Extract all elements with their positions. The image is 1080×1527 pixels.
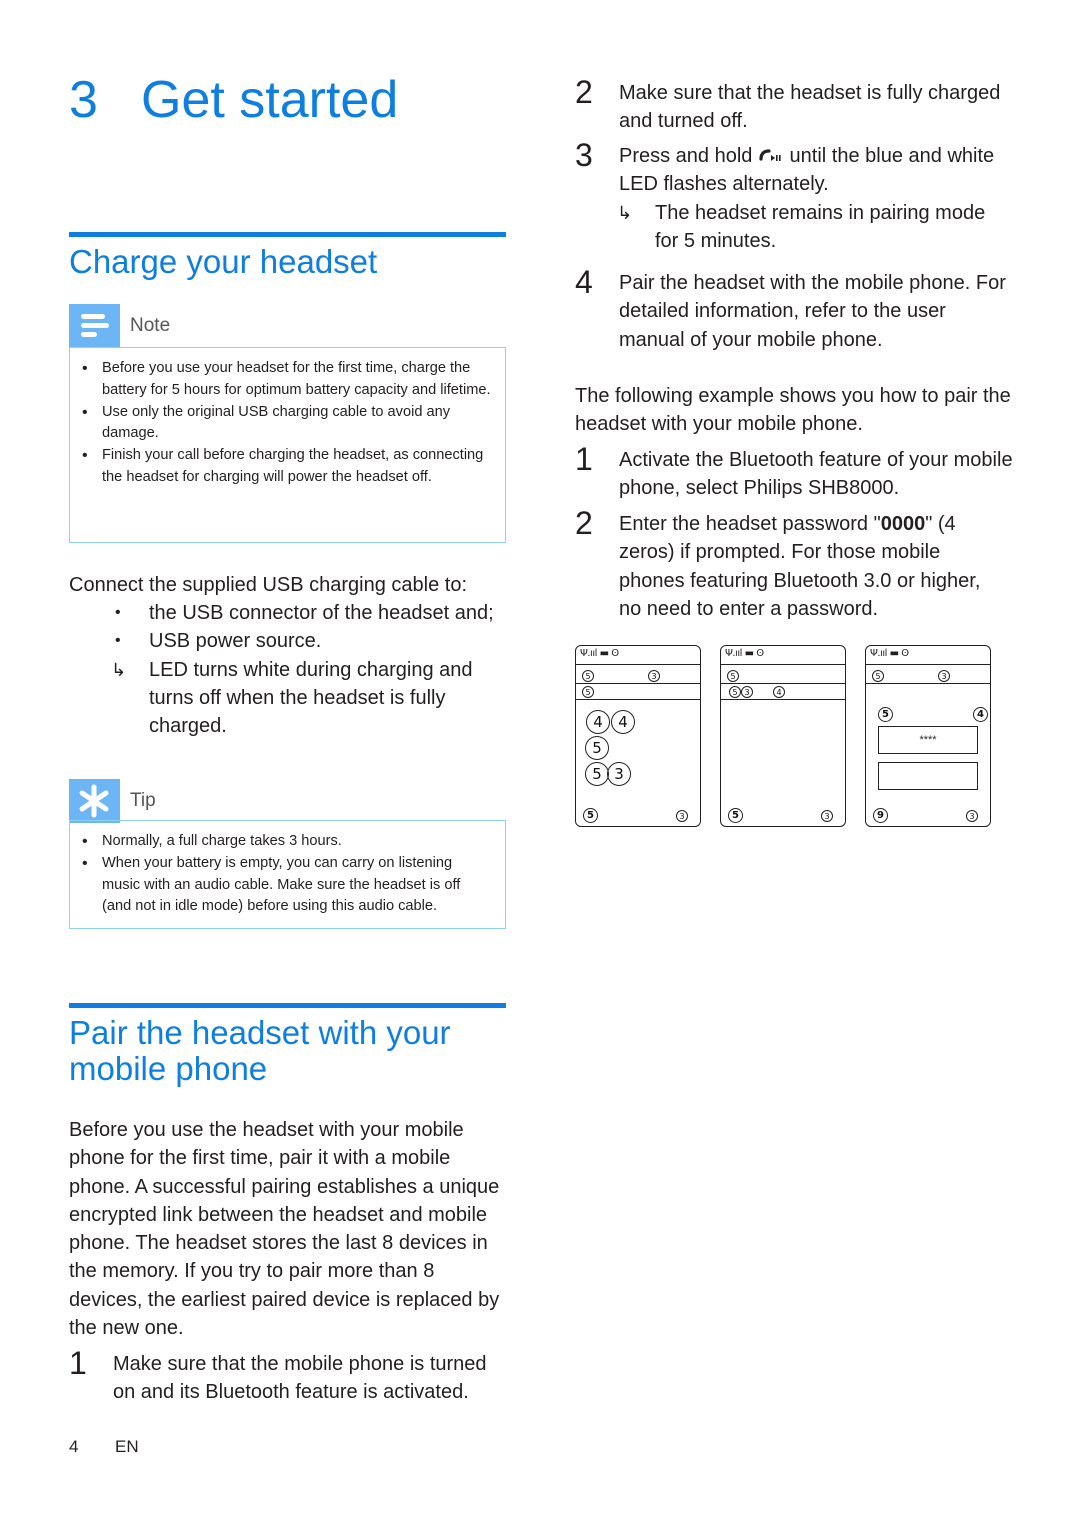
example-intro: The following example shows you how to p…: [575, 385, 1011, 436]
callout-marker: 5: [585, 762, 609, 786]
step-number: 2: [575, 74, 593, 110]
callout-marker: 5: [872, 670, 884, 682]
tip-icon: [69, 779, 120, 823]
step-text: Enter the headset password ": [619, 513, 881, 535]
step-text: Make sure that the headset is fully char…: [619, 82, 1001, 133]
callout-marker: 3: [648, 670, 660, 682]
page-number: 4: [69, 1437, 79, 1456]
callout-marker: 5: [727, 670, 739, 682]
callout-marker: 5: [582, 670, 594, 682]
callout-marker: 4: [586, 710, 610, 734]
softkey-left-marker: 5: [583, 808, 598, 823]
section-rule: [69, 232, 506, 237]
charge-result: LED turns white during charging and turn…: [111, 656, 490, 741]
step-text: Make sure that the mobile phone is turne…: [113, 1353, 487, 1404]
callout-marker: 4: [973, 707, 988, 722]
tip-header: Tip: [69, 779, 506, 823]
callout-marker: 5: [729, 686, 741, 698]
chapter-title-text: Get started: [141, 71, 399, 129]
step-number: 1: [69, 1345, 87, 1381]
callout-marker: 5: [582, 686, 594, 698]
phone-screen-1: Ψ.ııl ▬ ʘ 5 3 5 4 4 5 5 3 5 3: [575, 645, 701, 827]
step-result: The headset remains in pairing mode for …: [617, 199, 1014, 256]
step-text: Activate the Bluetooth feature of your m…: [619, 449, 1013, 500]
tip-item: When your battery is empty, you can carr…: [82, 853, 491, 918]
softkey-right-marker: 3: [966, 810, 978, 822]
tip-box: Normally, a full charge takes 3 hours. W…: [69, 820, 506, 929]
pair-intro: Before you use the headset with your mob…: [69, 1119, 500, 1340]
callout-marker: 4: [773, 686, 785, 698]
charge-bullets: the USB connector of the headset and; US…: [111, 599, 515, 741]
charge-bullet: USB power source.: [115, 627, 515, 656]
tip-item: Normally, a full charge takes 3 hours.: [82, 831, 491, 853]
step-text: Pair the headset with the mobile phone. …: [619, 272, 1006, 351]
callout-marker: 3: [607, 762, 631, 786]
callout-marker: 5: [585, 736, 609, 760]
softkey-left-marker: 9: [873, 808, 888, 823]
callout-marker: 3: [741, 686, 753, 698]
chapter-title: 3 Get started: [69, 71, 399, 129]
section-title-pair: Pair the headset with your mobile phone: [69, 1014, 451, 1087]
password-input: ****: [878, 726, 978, 754]
step-number: 1: [575, 441, 593, 477]
step-text: Press and hold: [619, 145, 753, 167]
section-title-charge: Charge your headset: [69, 243, 378, 280]
note-item: Finish your call before charging the hea…: [82, 445, 491, 489]
phone-status-bar: Ψ.ııl ▬ ʘ: [725, 648, 764, 659]
charge-intro: Connect the supplied USB charging cable …: [69, 574, 468, 596]
tip-label: Tip: [130, 790, 156, 811]
note-label: Note: [130, 315, 171, 336]
phone-screen-3: Ψ.ııl ▬ ʘ 5 3 5 4 **** 9 3: [865, 645, 991, 827]
language-code: EN: [115, 1437, 139, 1456]
step-number: 4: [575, 264, 593, 300]
step-number: 3: [575, 137, 593, 173]
note-item: Use only the original USB charging cable…: [82, 402, 491, 446]
phone-status-bar: Ψ.ııl ▬ ʘ: [870, 648, 909, 659]
callout-marker: 5: [878, 707, 893, 722]
chapter-number: 3: [69, 71, 98, 129]
softkey-right-marker: 3: [676, 810, 688, 822]
call-play-pause-icon: [758, 143, 784, 161]
step-number: 2: [575, 505, 593, 541]
softkey-left-marker: 5: [728, 808, 743, 823]
empty-input: [878, 762, 978, 790]
note-item: Before you use your headset for the firs…: [82, 358, 491, 402]
softkey-right-marker: 3: [821, 810, 833, 822]
note-box: Before you use your headset for the firs…: [69, 347, 506, 543]
charge-bullet: the USB connector of the headset and;: [115, 599, 515, 628]
note-header: Note: [69, 304, 506, 348]
phone-status-bar: Ψ.ııl ▬ ʘ: [580, 648, 619, 659]
section-rule: [69, 1003, 506, 1008]
phone-screen-2: Ψ.ııl ▬ ʘ 5 5 3 4 5 3: [720, 645, 846, 827]
callout-marker: 4: [611, 710, 635, 734]
password-value: 0000: [880, 513, 926, 535]
note-icon: [69, 304, 120, 348]
callout-marker: 3: [938, 670, 950, 682]
